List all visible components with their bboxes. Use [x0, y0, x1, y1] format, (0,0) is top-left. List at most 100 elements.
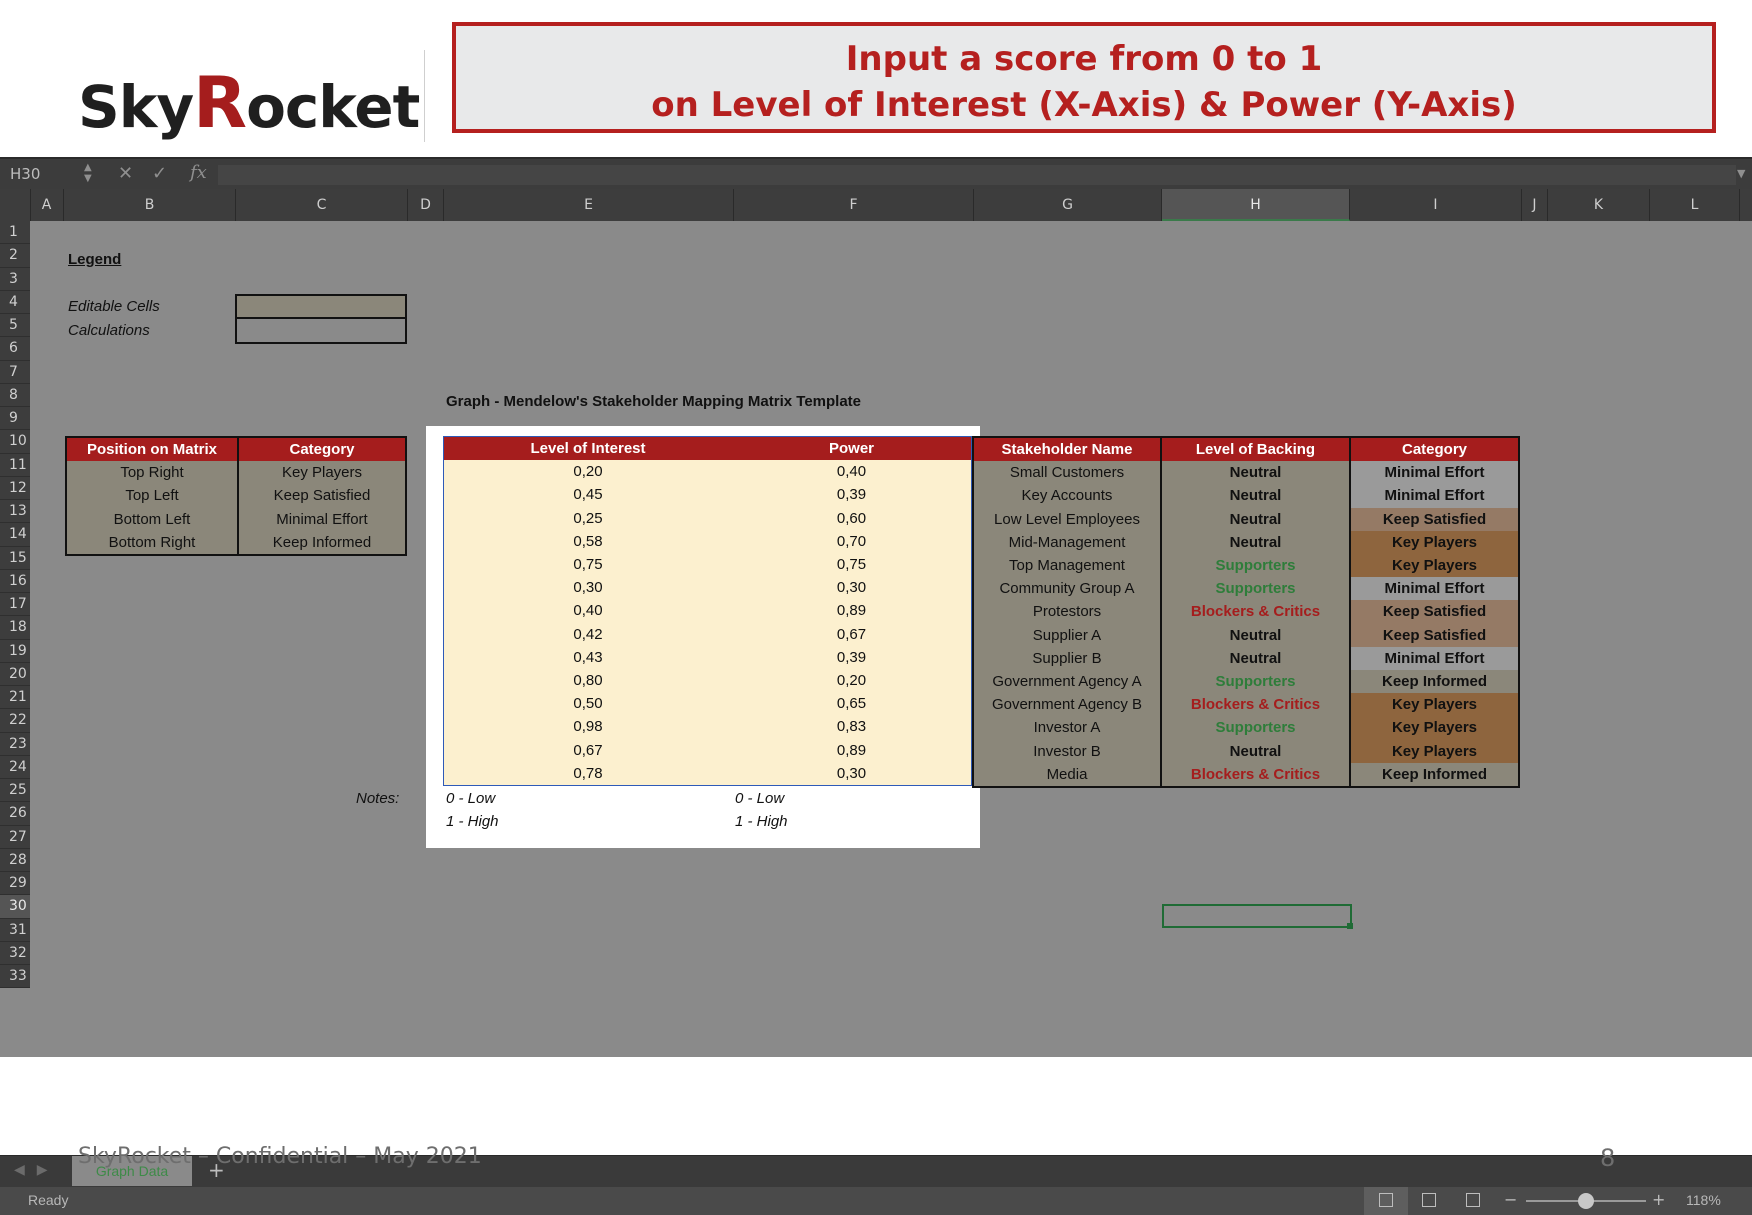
- category-cell[interactable]: Keep Satisfied: [1350, 507, 1519, 531]
- backing-cell[interactable]: Neutral: [1161, 530, 1351, 554]
- category-cell[interactable]: Key Players: [1350, 530, 1519, 554]
- power-input-cell[interactable]: 0,60: [732, 506, 972, 530]
- row-header-16[interactable]: 16: [0, 569, 30, 593]
- column-header-i[interactable]: I: [1350, 189, 1522, 221]
- row-header-8[interactable]: 8: [0, 383, 30, 407]
- stakeholder-name-cell[interactable]: Key Accounts: [973, 484, 1162, 508]
- fill-handle[interactable]: [1347, 923, 1353, 929]
- power-input-cell[interactable]: 0,89: [732, 738, 972, 762]
- power-input-cell[interactable]: 0,30: [732, 761, 972, 786]
- row-header-13[interactable]: 13: [0, 500, 30, 524]
- matrix-position-cell[interactable]: Bottom Right: [66, 530, 239, 555]
- row-header-2[interactable]: 2: [0, 244, 30, 268]
- row-header-32[interactable]: 32: [0, 941, 30, 965]
- power-input-cell[interactable]: 0,30: [732, 576, 972, 600]
- interest-input-cell[interactable]: 0,98: [443, 715, 732, 739]
- interest-input-cell[interactable]: 0,50: [443, 692, 732, 716]
- backing-cell[interactable]: Blockers & Critics: [1161, 600, 1351, 624]
- backing-cell[interactable]: Supporters: [1161, 553, 1351, 578]
- row-header-31[interactable]: 31: [0, 918, 30, 942]
- power-input-cell[interactable]: 0,83: [732, 715, 972, 739]
- column-header-d[interactable]: D: [408, 189, 444, 221]
- zoom-in-button[interactable]: +: [1652, 1190, 1665, 1209]
- category-cell[interactable]: Minimal Effort: [1350, 646, 1519, 670]
- sheet-nav-arrows-icon[interactable]: ◀▶: [14, 1162, 60, 1178]
- name-box-stepper-icon[interactable]: ▲ ▼: [84, 162, 92, 184]
- row-header-30[interactable]: 30: [0, 895, 30, 919]
- row-header-11[interactable]: 11: [0, 453, 30, 477]
- backing-cell[interactable]: Supporters: [1161, 716, 1351, 740]
- power-input-cell[interactable]: 0,65: [732, 692, 972, 716]
- category-cell[interactable]: Minimal Effort: [1350, 461, 1519, 485]
- row-header-19[interactable]: 19: [0, 639, 30, 663]
- stakeholder-name-cell[interactable]: Supplier A: [973, 623, 1162, 647]
- stakeholder-name-cell[interactable]: Top Management: [973, 553, 1162, 578]
- backing-cell[interactable]: Supporters: [1161, 577, 1351, 601]
- enter-check-icon[interactable]: ✓: [152, 163, 167, 184]
- backing-cell[interactable]: Neutral: [1161, 646, 1351, 670]
- power-input-cell[interactable]: 0,89: [732, 599, 972, 623]
- select-all-corner[interactable]: [0, 189, 31, 221]
- power-input-cell[interactable]: 0,20: [732, 668, 972, 693]
- expand-formula-icon[interactable]: ▼: [1737, 167, 1745, 180]
- stakeholder-name-cell[interactable]: Supplier B: [973, 646, 1162, 670]
- matrix-category-cell[interactable]: Key Players: [238, 461, 406, 485]
- column-header-b[interactable]: B: [64, 189, 236, 221]
- power-input-cell[interactable]: 0,39: [732, 483, 972, 507]
- row-header-14[interactable]: 14: [0, 523, 30, 547]
- backing-cell[interactable]: Neutral: [1161, 623, 1351, 647]
- category-cell[interactable]: Keep Informed: [1350, 669, 1519, 694]
- column-header-g[interactable]: G: [974, 189, 1162, 221]
- interest-input-cell[interactable]: 0,45: [443, 483, 732, 507]
- column-header-e[interactable]: E: [444, 189, 734, 221]
- category-cell[interactable]: Key Players: [1350, 739, 1519, 763]
- category-cell[interactable]: Keep Satisfied: [1350, 623, 1519, 647]
- power-input-cell[interactable]: 0,70: [732, 529, 972, 553]
- row-header-10[interactable]: 10: [0, 430, 30, 454]
- column-header-h[interactable]: H: [1162, 189, 1350, 221]
- matrix-position-cell[interactable]: Top Right: [66, 461, 239, 485]
- backing-cell[interactable]: Blockers & Critics: [1161, 762, 1351, 787]
- column-header-f[interactable]: F: [734, 189, 974, 221]
- name-box[interactable]: H30: [10, 165, 80, 183]
- normal-view-button[interactable]: [1364, 1187, 1408, 1215]
- stakeholder-name-cell[interactable]: Mid-Management: [973, 530, 1162, 554]
- row-header-22[interactable]: 22: [0, 709, 30, 733]
- row-header-27[interactable]: 27: [0, 825, 30, 849]
- matrix-category-cell[interactable]: Keep Informed: [238, 530, 406, 555]
- interest-input-cell[interactable]: 0,30: [443, 576, 732, 600]
- row-header-1[interactable]: 1: [0, 221, 30, 245]
- interest-input-cell[interactable]: 0,80: [443, 668, 732, 693]
- cancel-icon[interactable]: ✕: [118, 163, 133, 184]
- column-header-l[interactable]: L: [1650, 189, 1740, 221]
- backing-cell[interactable]: Neutral: [1161, 461, 1351, 485]
- backing-cell[interactable]: Neutral: [1161, 739, 1351, 763]
- category-cell[interactable]: Key Players: [1350, 693, 1519, 717]
- interest-input-cell[interactable]: 0,20: [443, 460, 732, 484]
- stakeholder-name-cell[interactable]: Government Agency B: [973, 693, 1162, 717]
- row-header-9[interactable]: 9: [0, 407, 30, 431]
- row-header-26[interactable]: 26: [0, 802, 30, 826]
- row-header-3[interactable]: 3: [0, 267, 30, 291]
- backing-cell[interactable]: Blockers & Critics: [1161, 693, 1351, 717]
- interest-input-cell[interactable]: 0,67: [443, 738, 732, 762]
- function-icon[interactable]: fx: [190, 162, 207, 183]
- row-header-18[interactable]: 18: [0, 616, 30, 640]
- row-header-29[interactable]: 29: [0, 872, 30, 896]
- row-header-17[interactable]: 17: [0, 593, 30, 617]
- backing-cell[interactable]: Neutral: [1161, 507, 1351, 531]
- row-header-6[interactable]: 6: [0, 337, 30, 361]
- interest-input-cell[interactable]: 0,25: [443, 506, 732, 530]
- row-header-4[interactable]: 4: [0, 290, 30, 314]
- interest-input-cell[interactable]: 0,78: [443, 761, 732, 786]
- row-header-28[interactable]: 28: [0, 848, 30, 872]
- row-header-20[interactable]: 20: [0, 662, 30, 686]
- category-cell[interactable]: Keep Informed: [1350, 762, 1519, 787]
- matrix-category-cell[interactable]: Minimal Effort: [238, 507, 406, 531]
- power-input-cell[interactable]: 0,39: [732, 645, 972, 669]
- category-cell[interactable]: Key Players: [1350, 553, 1519, 578]
- power-input-cell[interactable]: 0,75: [732, 552, 972, 577]
- row-header-21[interactable]: 21: [0, 686, 30, 710]
- stakeholder-name-cell[interactable]: Small Customers: [973, 461, 1162, 485]
- column-header-k[interactable]: K: [1548, 189, 1650, 221]
